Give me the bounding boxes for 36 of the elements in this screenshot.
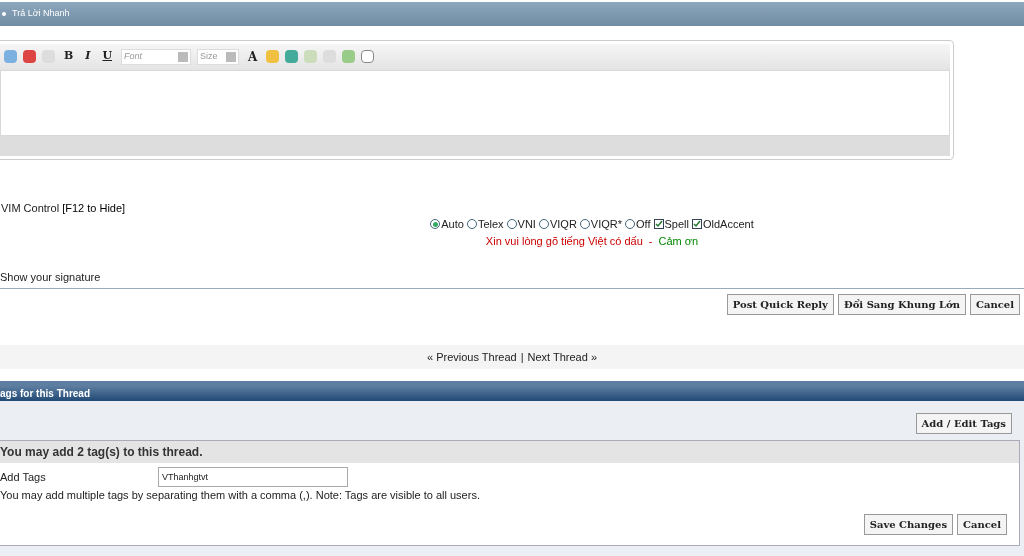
mode-radio[interactable]: Auto	[430, 216, 464, 233]
separator-text: -	[648, 233, 653, 249]
field-label: Add Tags	[0, 470, 47, 486]
vim-label: VIM Control [F12 to Hide]	[1, 200, 126, 216]
mode-radio[interactable]: Off	[625, 216, 651, 233]
signature-label: Show your signature	[0, 271, 101, 284]
mode-radio[interactable]: VIQR	[538, 216, 577, 233]
message-field[interactable]	[0, 69, 950, 136]
check-icon	[693, 220, 701, 229]
text-size-button[interactable]: A	[245, 47, 261, 66]
next-thread-link[interactable]: Next Thread »	[527, 348, 598, 366]
format-button[interactable]: I	[82, 48, 94, 65]
form-button[interactable]: Add / Edit Tags	[915, 413, 1012, 435]
mode-radio[interactable]: VNI	[506, 216, 536, 233]
tags-title: ags for this Thread	[0, 387, 90, 402]
mode-radio[interactable]: Telex	[466, 216, 504, 233]
notice-text: Xin vui lòng gõ tiếng Việt có dấu	[485, 233, 643, 249]
section-title: Trả Lời Nhanh	[12, 7, 70, 20]
separator-text: |	[520, 349, 524, 365]
previous-thread-link[interactable]: « Previous Thread	[426, 348, 517, 366]
check-icon	[654, 220, 663, 229]
form-button[interactable]: Đổi Sang Khung Lớn	[837, 293, 967, 315]
thanks-text: Cảm ơn	[658, 233, 699, 249]
option-checkbox[interactable]: Spell	[653, 216, 689, 233]
form-button[interactable]: Save Changes	[863, 514, 954, 535]
form-button[interactable]: Cancel	[970, 293, 1020, 315]
bullet-icon	[2, 11, 6, 16]
form-button[interactable]: Post Quick Reply	[726, 293, 834, 315]
help-text: You may add multiple tags by separating them with a comma (,). Note: Tags are visible to all users.	[0, 488, 481, 504]
format-button[interactable]: U	[99, 48, 116, 65]
option-checkbox[interactable]: OldAccent	[692, 216, 754, 233]
form-button[interactable]: Cancel	[957, 514, 1007, 535]
tags-field[interactable]: VThanhgtvt	[158, 467, 348, 488]
mode-radio[interactable]: VIQR*	[579, 216, 623, 233]
format-button[interactable]: B	[61, 48, 77, 65]
tags-notice: You may add 2 tag(s) to this thread.	[0, 441, 1019, 464]
